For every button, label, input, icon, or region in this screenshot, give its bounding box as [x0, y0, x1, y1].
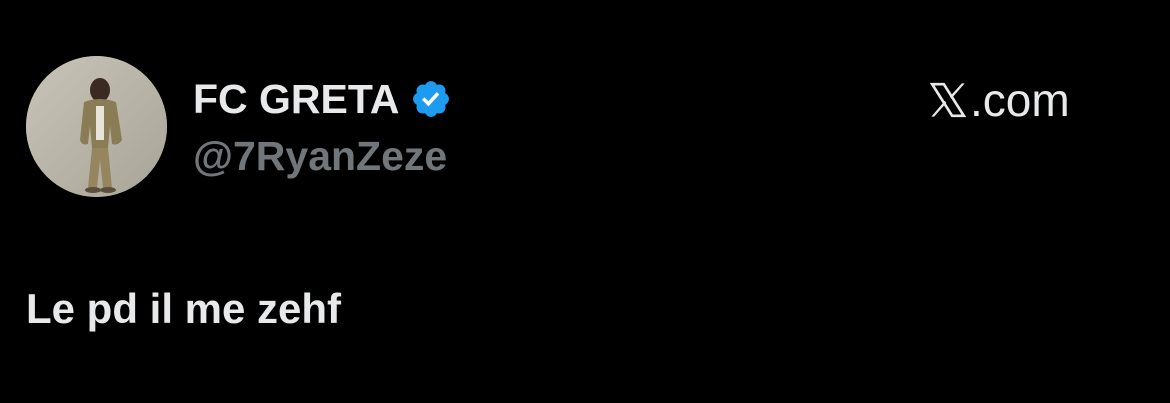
- avatar[interactable]: [26, 56, 167, 197]
- profile-photo-icon: [26, 56, 167, 197]
- brand-watermark: .com: [928, 74, 1070, 126]
- tweet-card: FC GRETA @7RyanZeze .com Le pd il me zeh…: [0, 0, 1170, 403]
- tweet-text: Le pd il me zehf: [26, 285, 342, 332]
- author-handle[interactable]: @7RyanZeze: [193, 136, 447, 177]
- display-name[interactable]: FC GRETA: [193, 78, 400, 120]
- x-logo-icon: [929, 82, 967, 118]
- brand-text: .com: [970, 74, 1070, 126]
- author-name-row: FC GRETA: [193, 74, 452, 124]
- verified-badge-icon: [412, 81, 449, 117]
